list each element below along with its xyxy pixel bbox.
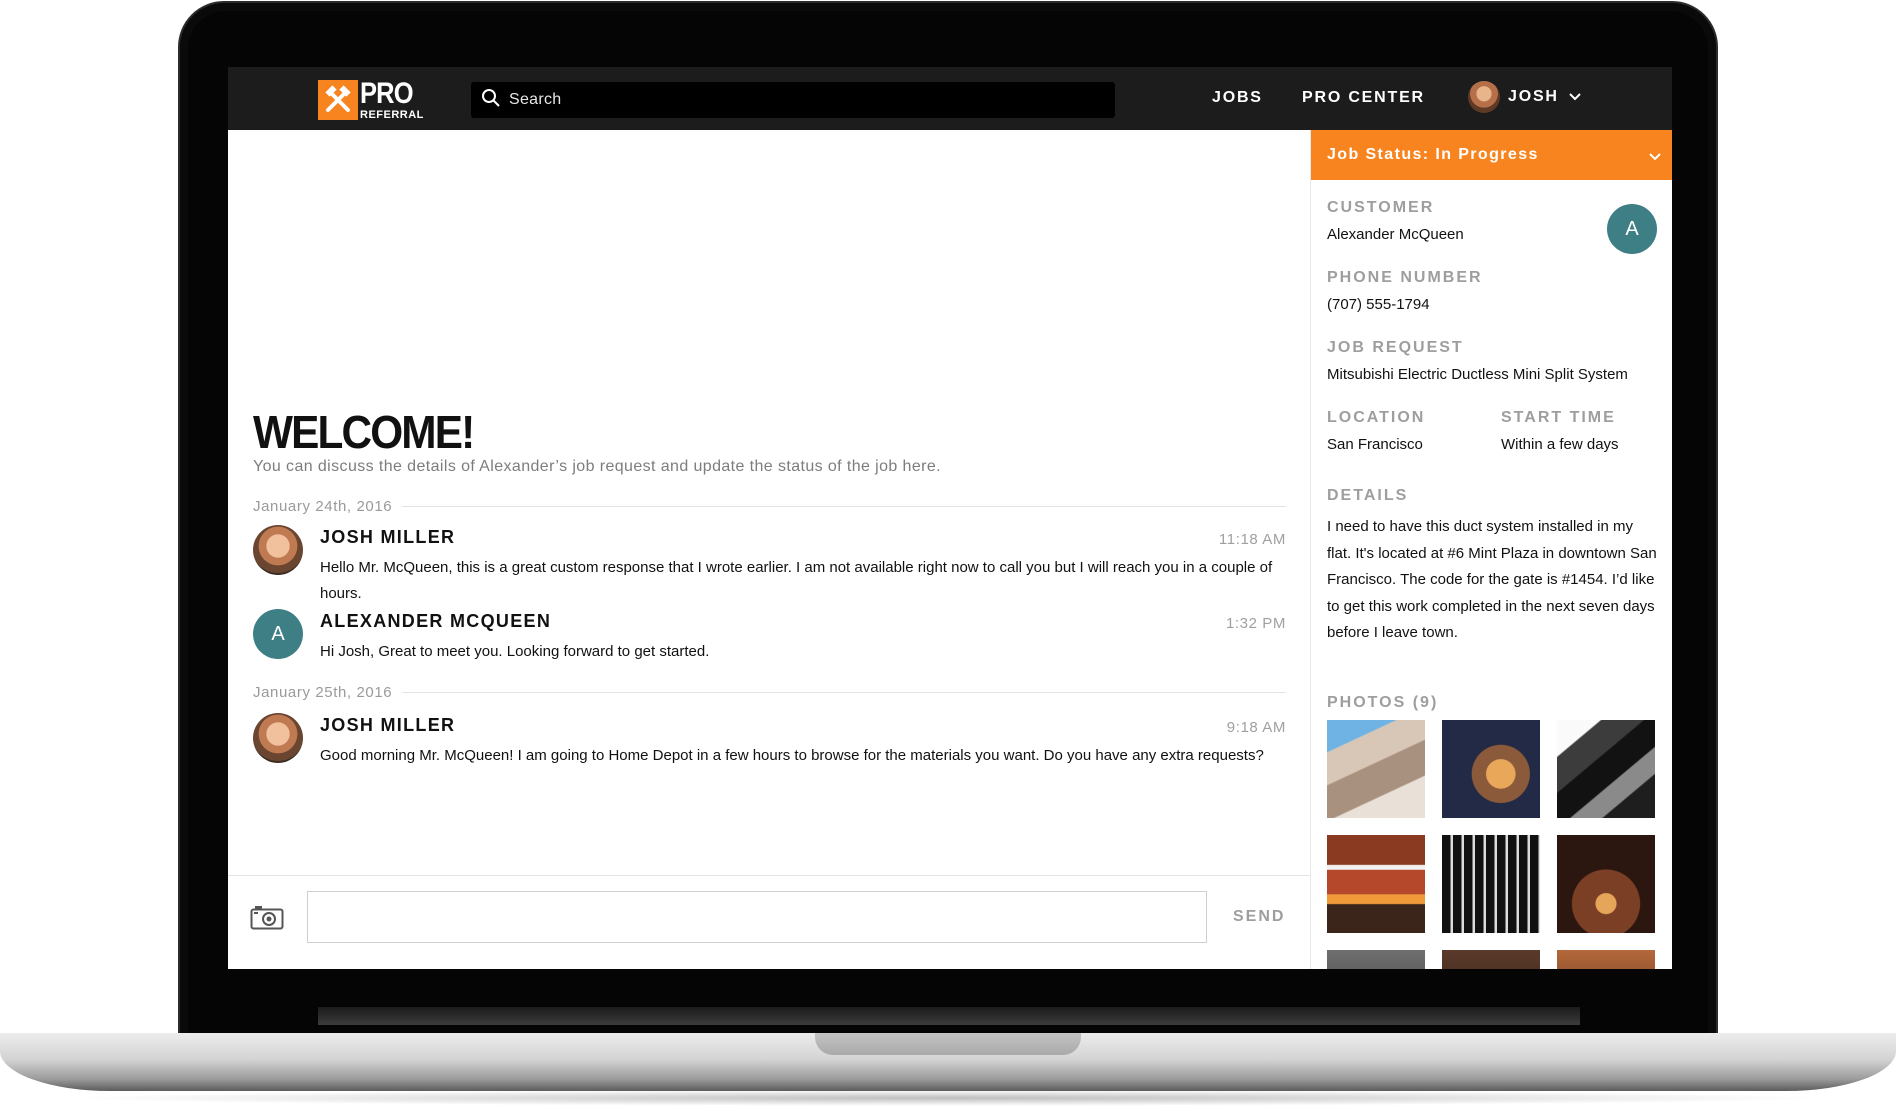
message-input[interactable] bbox=[307, 891, 1207, 943]
message-author: JOSH MILLER bbox=[320, 715, 456, 735]
message-time: 11:18 AM bbox=[1218, 531, 1286, 548]
photo-thumbnail[interactable] bbox=[1557, 950, 1655, 969]
nav-jobs-link[interactable]: JOBS bbox=[1212, 89, 1263, 107]
photo-thumbnail[interactable] bbox=[1557, 835, 1655, 933]
avatar bbox=[253, 525, 303, 575]
top-navigation-bar: PRO REFERRAL Search JOBS PRO CENTER JOSH bbox=[228, 67, 1672, 130]
phone-value: (707) 555-1794 bbox=[1327, 296, 1430, 313]
photos-label: PHOTOS (9) bbox=[1327, 694, 1439, 711]
avatar bbox=[253, 713, 303, 763]
search-placeholder: Search bbox=[509, 91, 562, 108]
logo-wordmark: PRO REFERRAL bbox=[360, 79, 424, 121]
customer-name: Alexander McQueen bbox=[1327, 226, 1464, 243]
message-author: ALEXANDER MCQUEEN bbox=[320, 611, 552, 631]
search-input[interactable]: Search bbox=[471, 82, 1115, 118]
date-label: January 25th, 2016 bbox=[253, 684, 393, 701]
photo-thumbnail[interactable] bbox=[1557, 720, 1655, 818]
message-text: Hi Josh, Great to meet you. Looking forw… bbox=[320, 643, 710, 660]
job-request-label: JOB REQUEST bbox=[1327, 339, 1464, 356]
start-time-value: Within a few days bbox=[1501, 436, 1619, 453]
job-status-label: Job Status: In Progress bbox=[1327, 146, 1539, 163]
photo-thumbnail[interactable] bbox=[1442, 950, 1540, 969]
logo-word-referral: REFERRAL bbox=[360, 109, 424, 121]
divider bbox=[402, 506, 1286, 507]
date-divider: January 24th, 2016 bbox=[253, 498, 1286, 515]
phone-label: PHONE NUMBER bbox=[1327, 269, 1483, 286]
photo-thumbnail[interactable] bbox=[1327, 950, 1425, 969]
page-subtitle: You can discuss the details of Alexander… bbox=[253, 458, 942, 475]
pro-referral-logo[interactable]: PRO REFERRAL bbox=[318, 79, 424, 121]
details-label: DETAILS bbox=[1327, 487, 1409, 504]
details-value: I need to have this duct system installe… bbox=[1327, 518, 1657, 641]
send-button[interactable]: SEND bbox=[1233, 908, 1285, 926]
message-composer: SEND bbox=[228, 875, 1310, 969]
avatar: A bbox=[1607, 204, 1657, 254]
user-menu[interactable]: JOSH bbox=[1468, 81, 1581, 113]
conversation-panel: WELCOME! You can discuss the details of … bbox=[228, 130, 1310, 969]
location-label: LOCATION bbox=[1327, 409, 1426, 426]
message-time: 1:32 PM bbox=[1225, 615, 1286, 632]
laptop-hinge bbox=[318, 1007, 1580, 1025]
start-time-label: START TIME bbox=[1501, 409, 1616, 426]
avatar: A bbox=[253, 609, 303, 659]
chevron-down-icon bbox=[1569, 88, 1581, 106]
message-author: JOSH MILLER bbox=[320, 527, 456, 547]
laptop-shadow bbox=[60, 1090, 1836, 1106]
tools-icon bbox=[318, 80, 358, 120]
app-screen: PRO REFERRAL Search JOBS PRO CENTER JOSH… bbox=[228, 67, 1672, 969]
photo-thumbnail[interactable] bbox=[1327, 720, 1425, 818]
job-request-value: Mitsubishi Electric Ductless Mini Split … bbox=[1327, 366, 1628, 383]
date-label: January 24th, 2016 bbox=[253, 498, 393, 515]
message-time: 9:18 AM bbox=[1226, 719, 1286, 736]
search-icon bbox=[481, 88, 501, 113]
location-value: San Francisco bbox=[1327, 436, 1423, 453]
message-text: Good morning Mr. McQueen! I am going to … bbox=[320, 747, 1264, 764]
date-divider: January 25th, 2016 bbox=[253, 684, 1286, 701]
laptop-notch bbox=[815, 1033, 1081, 1055]
camera-icon[interactable] bbox=[250, 904, 284, 935]
user-name: JOSH bbox=[1508, 88, 1559, 105]
job-status-dropdown[interactable]: Job Status: In Progress bbox=[1311, 130, 1672, 180]
divider bbox=[402, 692, 1286, 693]
photo-thumbnail[interactable] bbox=[1442, 835, 1540, 933]
photo-thumbnail[interactable] bbox=[1327, 835, 1425, 933]
photo-thumbnail[interactable] bbox=[1442, 720, 1540, 818]
page-title: WELCOME! bbox=[253, 406, 475, 458]
avatar bbox=[1468, 81, 1500, 113]
message-text: Hello Mr. McQueen, this is a great custo… bbox=[320, 559, 1273, 602]
customer-label: CUSTOMER bbox=[1327, 199, 1435, 216]
logo-word-pro: PRO bbox=[360, 77, 414, 110]
chevron-down-icon bbox=[1649, 148, 1661, 166]
nav-pro-center-link[interactable]: PRO CENTER bbox=[1302, 89, 1425, 107]
job-details-sidebar: Job Status: In Progress CUSTOMER Alexand… bbox=[1310, 130, 1672, 969]
